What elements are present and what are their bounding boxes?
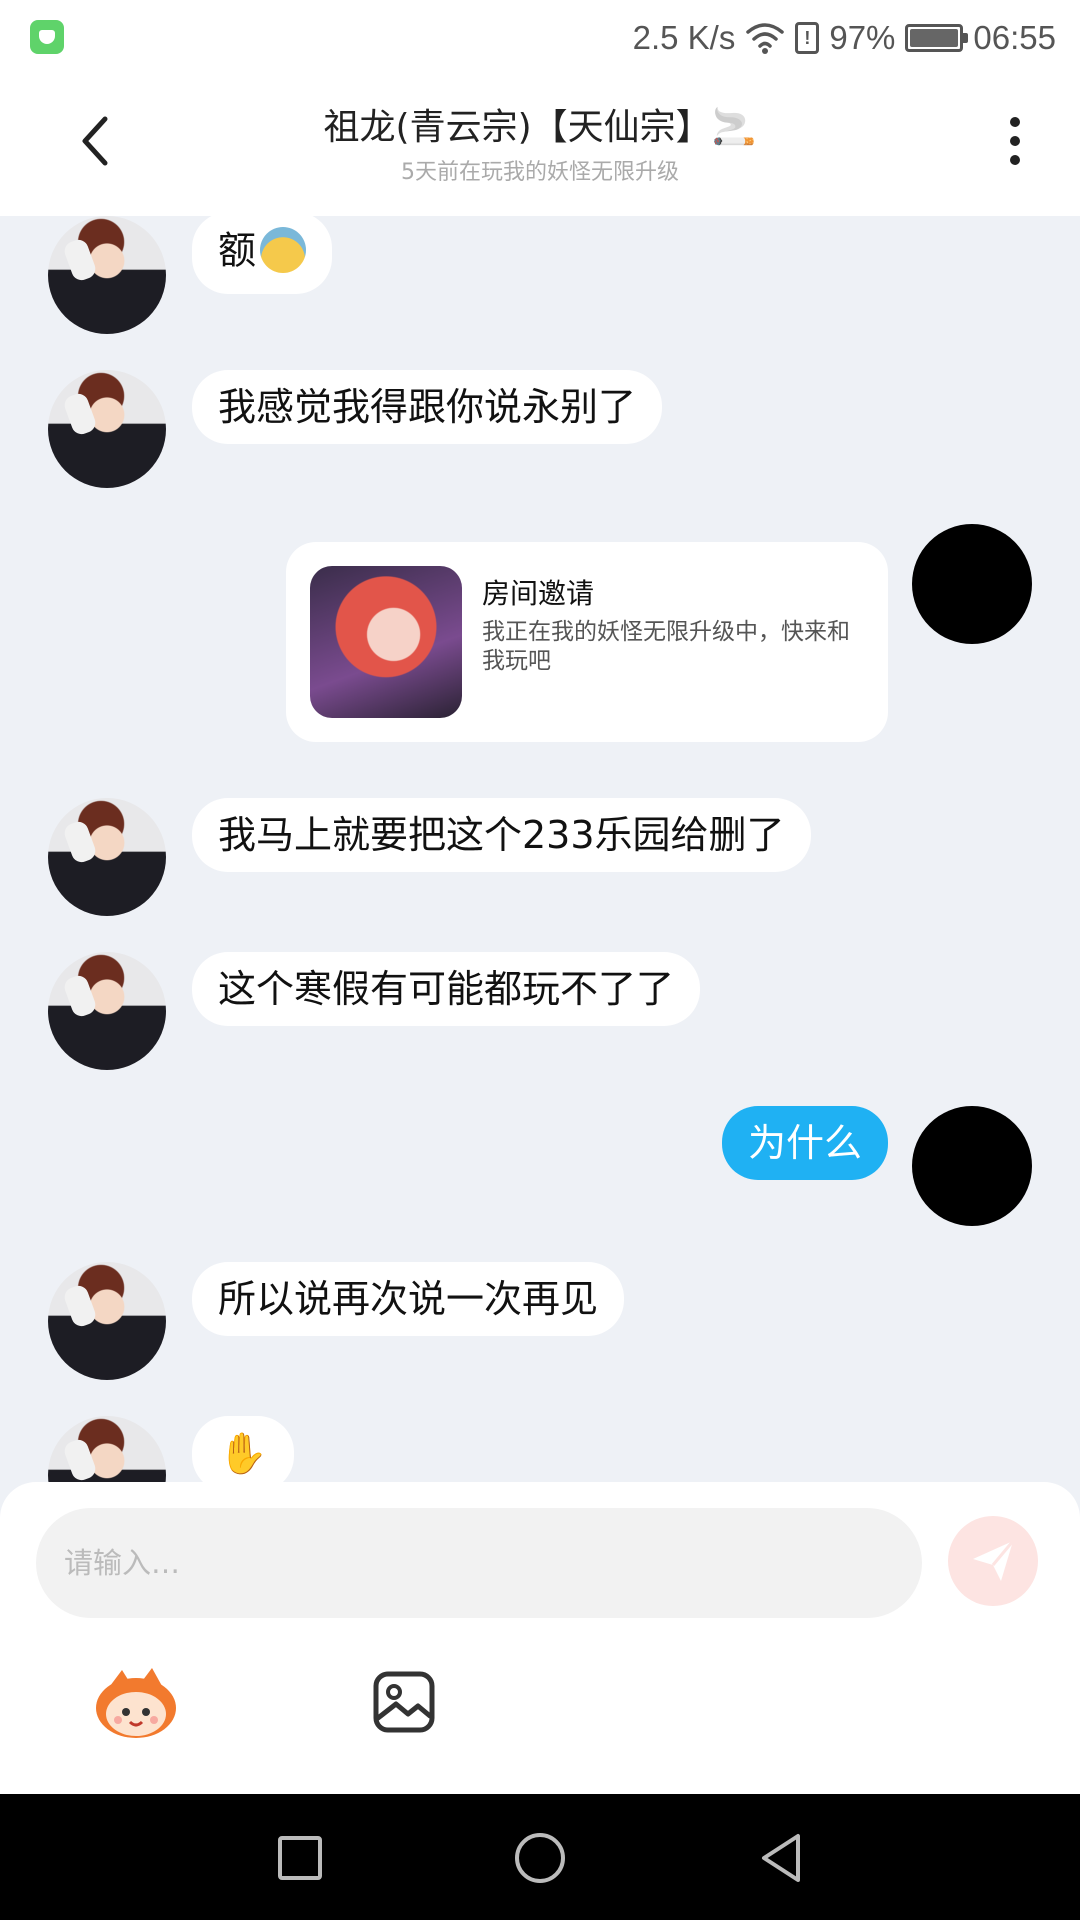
back-button[interactable] (60, 106, 130, 176)
square-icon[interactable] (270, 1828, 330, 1888)
contact-status: 5天前在玩我的妖怪无限升级 (401, 160, 679, 185)
message-bubble-self[interactable]: 为什么 (721, 1106, 888, 1180)
send-icon (973, 1540, 1015, 1581)
message-bubble[interactable]: 我感觉我得跟你说永别了 (192, 370, 663, 444)
friend-avatar[interactable] (48, 370, 166, 488)
wifi-icon (746, 23, 785, 54)
invite-description: 我正在我的妖怪无限升级中，快来和我玩吧 (482, 619, 850, 674)
app-icon (30, 20, 64, 54)
invite-title: 房间邀请 (482, 577, 595, 610)
triangle-back-icon[interactable] (752, 1828, 812, 1888)
system-nav-bar (0, 1794, 1080, 1920)
send-button[interactable] (948, 1516, 1038, 1606)
raised-hand-emoji: ✋ (218, 1431, 268, 1477)
message-bubble[interactable]: 所以说再次说一次再见 (192, 1262, 625, 1336)
emoji-mascot-button[interactable] (92, 1666, 180, 1742)
mascot-icon (96, 1668, 176, 1738)
message-bubble[interactable]: ✋ (192, 1416, 294, 1486)
message-bubble[interactable]: 我马上就要把这个233乐园给删了 (192, 798, 811, 872)
message-list[interactable]: 额 我感觉我得跟你说永别了 房间邀请 我正在我的妖怪无限升级中，快来和我玩吧 我… (0, 216, 1080, 1486)
battery-percent: 97% (829, 19, 896, 56)
status-bar: 2.5 K/s ! 97% 06:55 (0, 0, 1080, 76)
clock: 06:55 (973, 19, 1056, 56)
message-bubble[interactable]: 额 (192, 216, 333, 294)
image-icon (373, 1671, 435, 1733)
message-bubble[interactable]: 这个寒假有可能都玩不了了 (192, 952, 701, 1026)
game-thumbnail (310, 566, 462, 718)
message-input[interactable] (36, 1508, 922, 1618)
friend-avatar[interactable] (48, 1416, 166, 1486)
chat-header: 祖龙(青云宗)【天仙宗】🚬 5天前在玩我的妖怪无限升级 (0, 76, 1080, 216)
friend-avatar[interactable] (48, 952, 166, 1070)
image-picker-button[interactable] (372, 1670, 436, 1734)
network-speed: 2.5 K/s (632, 19, 736, 56)
alert-icon: ! (795, 22, 820, 54)
self-avatar[interactable] (912, 524, 1032, 644)
composer-panel (0, 1482, 1080, 1794)
sweat-emoji (260, 227, 307, 273)
friend-avatar[interactable] (48, 216, 166, 334)
self-avatar[interactable] (912, 1106, 1032, 1226)
battery-icon (905, 24, 969, 52)
contact-name: 祖龙(青云宗)【天仙宗】🚬 (323, 107, 757, 148)
status-indicators: 2.5 K/s ! 97% 06:55 (633, 14, 1056, 62)
friend-avatar[interactable] (48, 798, 166, 916)
circle-icon[interactable] (510, 1828, 570, 1888)
friend-avatar[interactable] (48, 1262, 166, 1380)
more-options-button[interactable] (990, 106, 1040, 176)
more-vertical-icon (1010, 117, 1020, 127)
room-invite-card[interactable]: 房间邀请 我正在我的妖怪无限升级中，快来和我玩吧 (286, 542, 888, 742)
chevron-left-icon (82, 116, 108, 166)
